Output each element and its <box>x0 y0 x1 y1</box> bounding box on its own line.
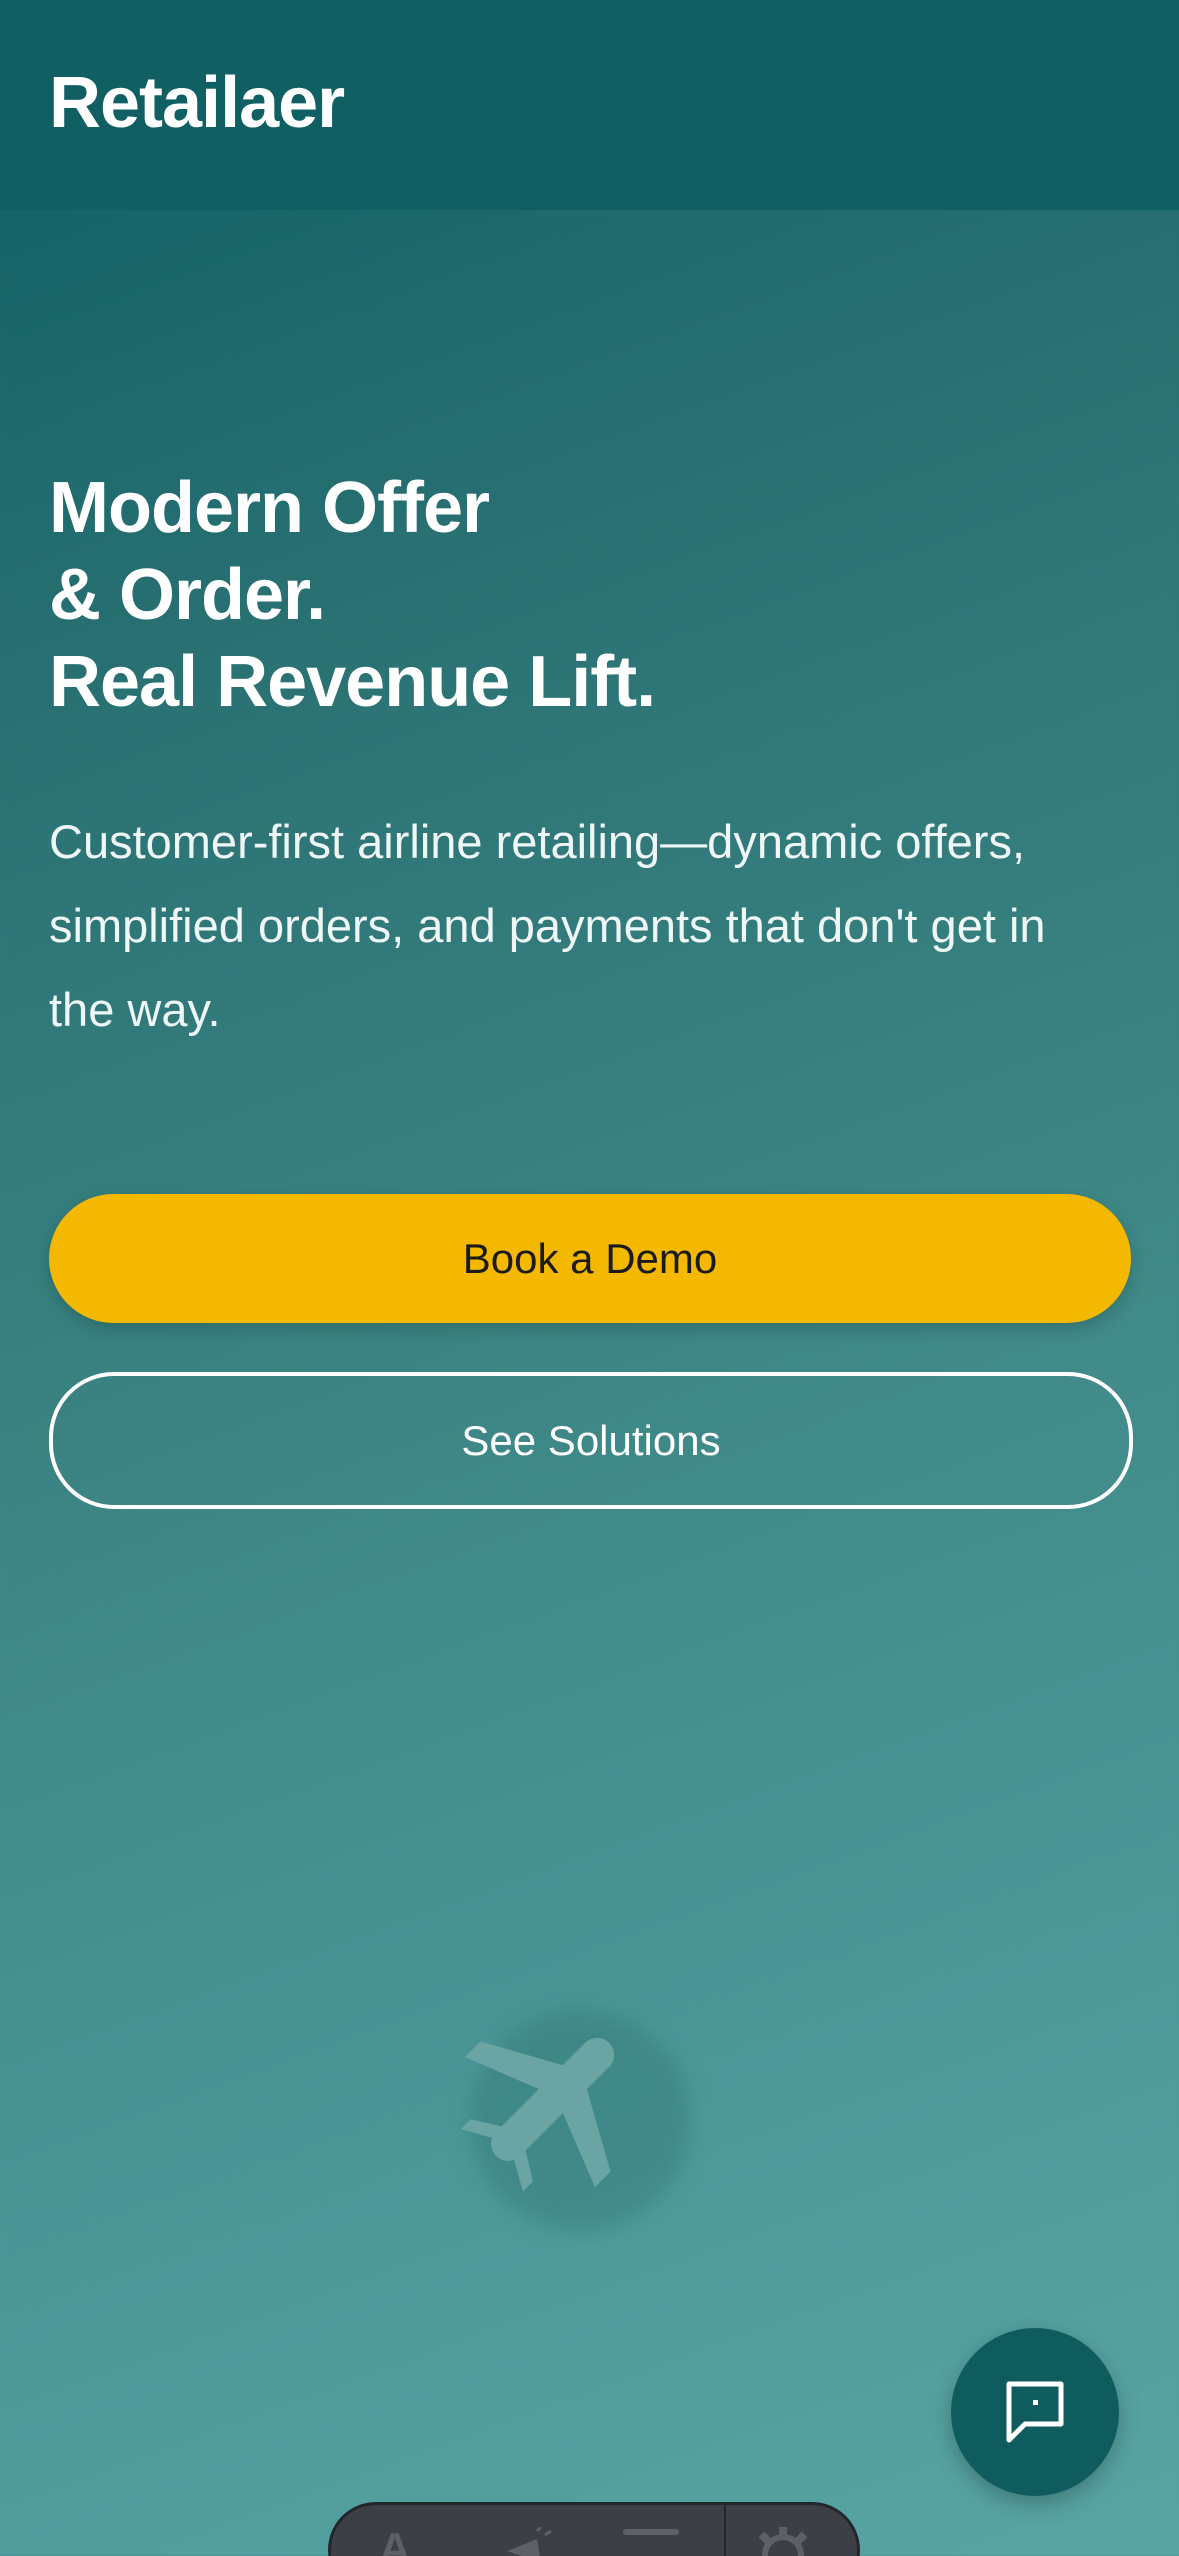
text-format-icon[interactable]: A <box>379 2527 411 2556</box>
bottom-toolbar: A <box>328 2502 860 2556</box>
hero-title: Modern Offer & Order. Real Revenue Lift. <box>49 465 1109 726</box>
hero-title-line-2: & Order. <box>49 555 326 635</box>
hero-subtitle: Customer-first airline retailing—dynamic… <box>49 815 1046 1036</box>
top-header-bar: Retailaer <box>0 0 1179 210</box>
see-solutions-button[interactable]: See Solutions <box>49 1372 1133 1509</box>
dock-divider <box>724 2505 726 2556</box>
megaphone-icon[interactable] <box>501 2527 557 2556</box>
chat-bubble-icon <box>1006 2381 1064 2443</box>
gear-icon[interactable] <box>755 2527 811 2556</box>
book-demo-button[interactable]: Book a Demo <box>49 1194 1131 1323</box>
airplane-icon <box>460 2037 615 2192</box>
minus-icon[interactable] <box>623 2527 679 2556</box>
brand-logo-text[interactable]: Retailaer <box>49 58 345 148</box>
hero-title-line-3: Real Revenue Lift. <box>49 642 656 722</box>
hero-title-line-1: Modern Offer <box>49 468 490 548</box>
chat-button[interactable] <box>951 2328 1119 2496</box>
hero-illustration <box>450 1990 690 2230</box>
